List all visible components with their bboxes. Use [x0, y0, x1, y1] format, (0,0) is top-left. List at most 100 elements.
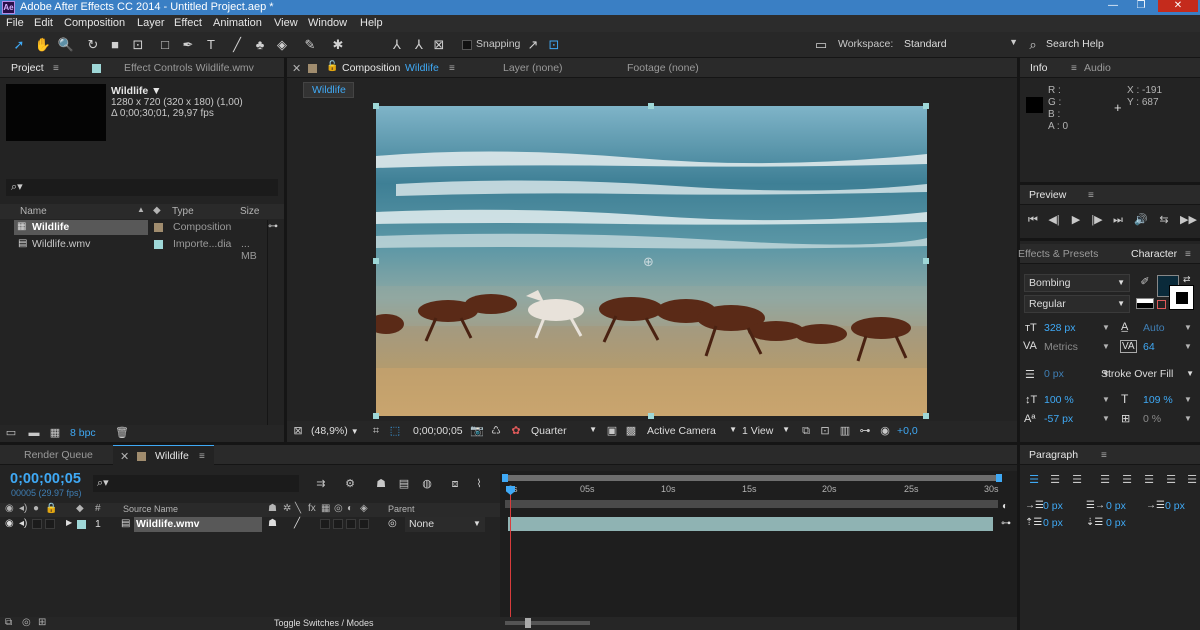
audio-icon[interactable]: ◂): [19, 503, 27, 514]
comp-mini-flowchart-icon[interactable]: ⇉: [314, 478, 328, 491]
lock-icon[interactable]: 🔒: [45, 503, 57, 514]
exposure-reset-icon[interactable]: ◉: [878, 425, 892, 438]
breadcrumb[interactable]: Wildlife: [303, 82, 354, 98]
menu-help[interactable]: Help: [360, 15, 383, 32]
align-right-icon[interactable]: ☰: [1070, 474, 1084, 487]
transform-handle[interactable]: [373, 103, 379, 109]
justify-last-left-icon[interactable]: ☰: [1098, 474, 1112, 487]
close-icon[interactable]: ✕: [120, 450, 129, 463]
snapshot-camera-icon[interactable]: 📷: [470, 425, 484, 438]
maximize-button[interactable]: ❐: [1130, 0, 1152, 12]
workspace-dropdown[interactable]: Standard ▼: [900, 35, 1018, 54]
motion-blur-icon[interactable]: ◍: [420, 478, 434, 491]
chevron-down-icon[interactable]: ▼: [1102, 342, 1110, 351]
collapse-icon[interactable]: ✲: [283, 503, 291, 514]
timeline-search-input[interactable]: ⌕▾: [93, 475, 299, 492]
navigator-end-handle[interactable]: [996, 474, 1002, 482]
justify-last-center-icon[interactable]: ☰: [1120, 474, 1134, 487]
work-area-navigator[interactable]: [504, 475, 999, 481]
viewer-timecode[interactable]: 0;00;00;05: [413, 425, 463, 437]
title-safe-icon[interactable]: ⌗: [369, 425, 383, 438]
snap-features-icon[interactable]: ⊡: [545, 36, 563, 53]
pan-behind-tool-icon[interactable]: ⊡: [129, 36, 147, 53]
hand-tool-icon[interactable]: ✋: [34, 36, 52, 53]
current-time-indicator[interactable]: [510, 489, 511, 630]
zoom-dropdown[interactable]: (48,9%) ▼: [311, 425, 359, 437]
new-composition-icon[interactable]: ▦: [48, 427, 62, 440]
flowchart-icon[interactable]: ⊶: [858, 425, 872, 438]
work-area-bar[interactable]: [505, 500, 998, 508]
close-button[interactable]: ✕: [1158, 0, 1198, 12]
menu-file[interactable]: File: [6, 15, 24, 32]
tab-layer[interactable]: Layer (none): [503, 58, 563, 78]
list-item[interactable]: ▦ Wildlife Composition: [0, 220, 268, 235]
navigator-start-handle[interactable]: [502, 474, 508, 482]
panel-menu-icon[interactable]: ≡: [449, 63, 455, 74]
space-before-value[interactable]: 0 px: [1043, 517, 1063, 529]
panel-menu-icon[interactable]: ≡: [1185, 249, 1191, 260]
zoom-slider-thumb[interactable]: [525, 618, 531, 628]
bit-depth-button[interactable]: 8 bpc: [70, 427, 96, 439]
transform-handle[interactable]: [373, 413, 379, 419]
clone-stamp-tool-icon[interactable]: ♣: [251, 36, 269, 53]
tab-render-queue[interactable]: Render Queue: [24, 445, 93, 465]
comp-button-icon[interactable]: ⊶: [1001, 518, 1011, 529]
parent-dropdown[interactable]: None ▼: [405, 517, 485, 532]
transparency-grid-icon[interactable]: ▩: [624, 425, 638, 438]
pen-tool-icon[interactable]: ✒: [179, 36, 197, 53]
panel-menu-icon[interactable]: ≡: [1088, 190, 1094, 201]
justify-all-icon[interactable]: ☰: [1164, 474, 1178, 487]
eyedropper-icon[interactable]: ✐: [1138, 276, 1152, 289]
column-type[interactable]: Type: [172, 206, 194, 217]
graph-editor-icon[interactable]: ⌇: [472, 478, 486, 491]
transfer-controls-icon[interactable]: ◎: [22, 617, 31, 628]
play-icon[interactable]: ▶: [1069, 214, 1083, 227]
switch-box[interactable]: [359, 519, 369, 529]
type-tool-icon[interactable]: T: [202, 36, 220, 53]
column-parent[interactable]: Parent: [388, 504, 415, 514]
tsume-value[interactable]: 0 %: [1143, 413, 1161, 425]
video-eye-icon[interactable]: ◉: [5, 518, 14, 529]
kerning-value[interactable]: Metrics: [1044, 341, 1078, 353]
resolution-dropdown[interactable]: Quarter ▼: [531, 425, 597, 437]
toggle-switches-modes[interactable]: Toggle Switches / Modes: [274, 618, 374, 628]
anchor-point-icon[interactable]: ⊕: [643, 254, 654, 270]
project-item-name[interactable]: Wildlife ▼: [111, 85, 162, 97]
roto-brush-tool-icon[interactable]: ✎: [301, 36, 319, 53]
views-dropdown[interactable]: 1 View ▼: [742, 425, 790, 437]
vertical-scale-value[interactable]: 100 %: [1044, 394, 1074, 406]
axis-local-icon[interactable]: ⅄: [388, 36, 406, 53]
transform-handle[interactable]: [373, 258, 379, 264]
snap-edges-icon[interactable]: ↗: [524, 36, 542, 53]
transform-handle[interactable]: [923, 258, 929, 264]
3d-layer-icon[interactable]: ◈: [360, 503, 368, 514]
in-out-icon[interactable]: ⊞: [38, 617, 46, 628]
selection-tool-icon[interactable]: ➚: [10, 36, 28, 53]
frame-blend-icon[interactable]: ▦: [321, 503, 330, 514]
interpret-footage-icon[interactable]: ▭: [4, 427, 18, 440]
exposure-value[interactable]: +0,0: [897, 425, 918, 437]
video-eye-icon[interactable]: ◉: [5, 503, 14, 514]
project-search-input[interactable]: ⌕▾: [6, 179, 278, 196]
flowchart-icon[interactable]: ⊶: [268, 221, 278, 232]
timeline-icon[interactable]: ▥: [838, 425, 852, 438]
next-frame-icon[interactable]: |▶: [1090, 214, 1104, 227]
mask-visibility-icon[interactable]: ⬚: [388, 425, 402, 438]
snapping-checkbox[interactable]: [462, 40, 472, 50]
tab-wildlife-comp[interactable]: ✕ Wildlife ≡: [113, 445, 214, 467]
region-of-interest-icon[interactable]: ▣: [605, 425, 619, 438]
close-icon[interactable]: ✕: [292, 62, 301, 75]
axis-world-icon[interactable]: ⅄: [410, 36, 428, 53]
ram-preview-icon[interactable]: ▶▶: [1180, 214, 1197, 227]
minimize-button[interactable]: —: [1102, 0, 1124, 12]
loop-icon[interactable]: ⇆: [1157, 214, 1171, 227]
audio-icon[interactable]: 🔊: [1134, 214, 1148, 227]
expand-arrow-icon[interactable]: ▶: [66, 518, 72, 527]
menu-edit[interactable]: Edit: [34, 15, 53, 32]
hide-shy-layers-icon[interactable]: ☗: [374, 478, 388, 491]
chevron-down-icon[interactable]: ▼: [1102, 414, 1110, 423]
time-graph[interactable]: 0s 05s 10s 15s 20s 25s 30s ◐ ⊶: [500, 471, 1017, 630]
layer-name-cell[interactable]: Wildlife.wmv: [134, 517, 262, 532]
lock-checkbox[interactable]: [45, 519, 55, 529]
toggle-pixel-aspect-icon[interactable]: ⧉: [799, 425, 813, 438]
